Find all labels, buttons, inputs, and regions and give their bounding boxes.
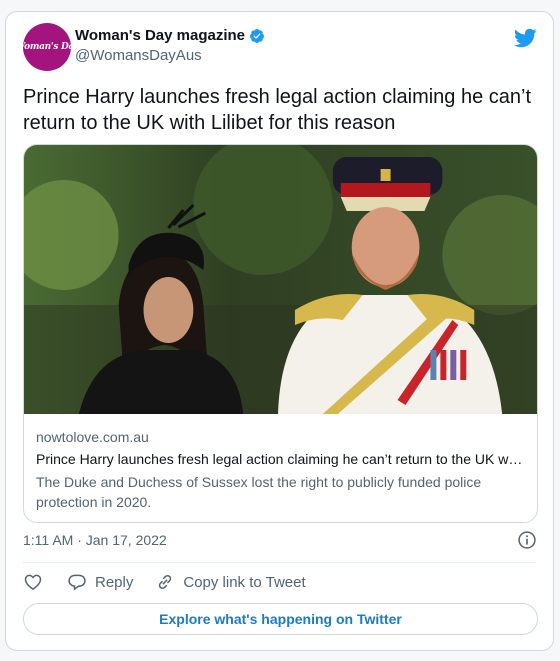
tweet-card: Woman's Day Woman's Day magazine @Womans… xyxy=(5,11,554,651)
heart-icon xyxy=(24,574,42,590)
link-description: The Duke and Duchess of Sussex lost the … xyxy=(36,474,482,510)
link-domain: nowtolove.com.au xyxy=(36,429,149,445)
avatar-logo-text: Woman's Day xyxy=(15,42,79,52)
copy-link-label: Copy link to Tweet xyxy=(183,573,306,591)
link-title[interactable]: Prince Harry launches fresh legal action… xyxy=(36,450,525,468)
explore-twitter-button[interactable]: Explore what's happening on Twitter xyxy=(23,603,538,635)
info-icon[interactable] xyxy=(517,530,537,550)
reply-button[interactable]: Reply xyxy=(67,572,133,592)
avatar[interactable]: Woman's Day xyxy=(15,23,79,71)
action-bar: Reply Copy link to Tweet xyxy=(23,572,306,592)
twitter-bird-icon[interactable] xyxy=(513,26,537,50)
tweet-text: Prince Harry launches fresh legal action… xyxy=(23,86,532,134)
author-handle[interactable]: @WomansDayAus xyxy=(75,47,265,64)
tweet-timestamp[interactable]: 1:11 AM · Jan 17, 2022 xyxy=(23,532,167,548)
author-name[interactable]: Woman's Day magazine xyxy=(75,27,245,44)
author-block[interactable]: Woman's Day magazine @WomansDayAus xyxy=(75,27,265,64)
article-photo xyxy=(24,145,537,414)
like-button[interactable] xyxy=(23,572,43,592)
verified-badge-icon xyxy=(250,28,265,43)
link-icon xyxy=(159,574,172,590)
copy-link-button[interactable]: Copy link to Tweet xyxy=(155,572,306,592)
divider xyxy=(23,562,536,563)
link-preview-card[interactable]: nowtolove.com.au Prince Harry launches f… xyxy=(23,144,538,523)
reply-label: Reply xyxy=(95,573,134,591)
reply-bubble-icon xyxy=(68,574,86,591)
